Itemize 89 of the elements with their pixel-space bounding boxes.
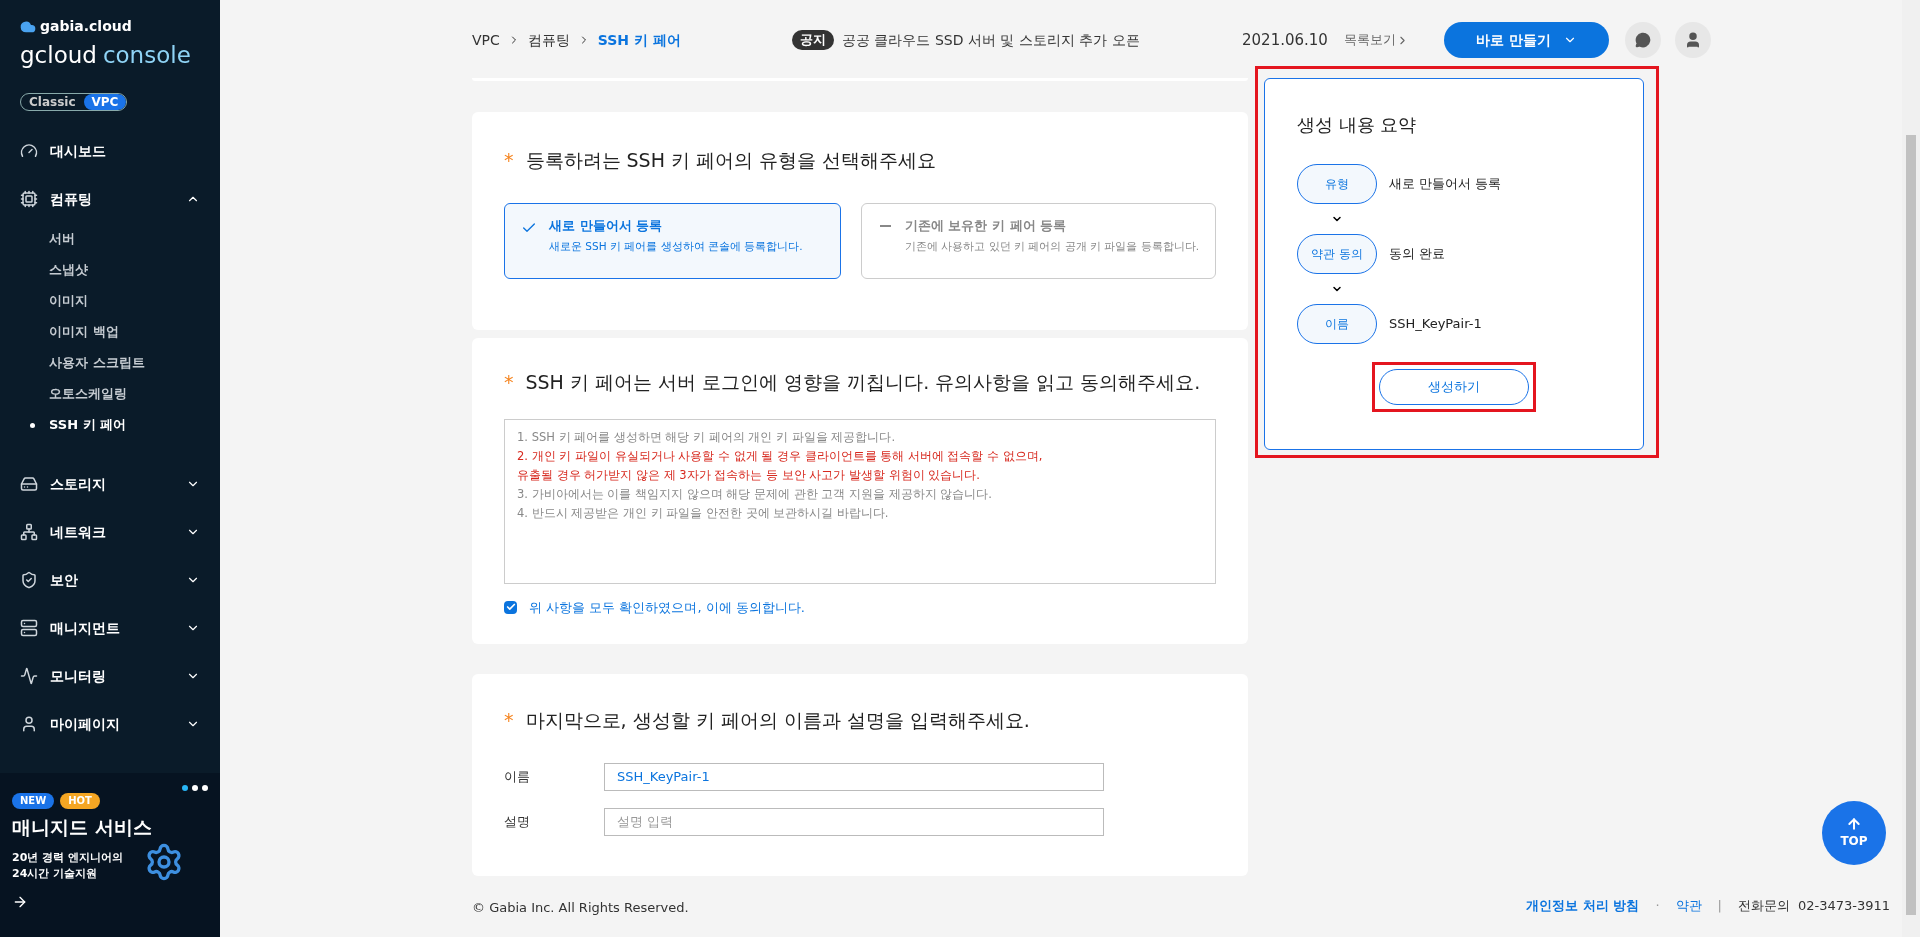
banner-tag: NEW [12, 793, 55, 809]
notice-line: 유출될 경우 허가받지 않은 제 3자가 접속하는 등 보안 사고가 발생할 위험이 있습니다. [517, 466, 981, 484]
brand-name: gabia.cloud [40, 17, 132, 36]
shield-icon [20, 571, 38, 589]
type-option-card[interactable]: 기존에 보유한 키 페어 등록 기존에 사용하고 있던 키 페어의 공개 키 파일을 등록합니다. [860, 202, 1216, 279]
copyright-text: © Gabia Inc. All Rights Reserved. [472, 899, 690, 917]
phone-label: 전화문의 [1737, 896, 1790, 915]
input-field[interactable]: 설명 입력 [604, 807, 1104, 836]
option-description: 새로운 SSH 키 페어를 생성하여 콘솔에 등록합니다. [549, 239, 803, 254]
input-field[interactable]: SSH_KeyPair-1 [604, 762, 1104, 791]
consent-label[interactable]: 위 사항을 모두 확인하였으며, 이에 동의합니다. [529, 597, 805, 617]
profile-button[interactable] [1674, 22, 1711, 58]
sidebar-subitem[interactable]: 이미지 [0, 285, 220, 316]
summary-title: 생성 내용 요약 [1297, 113, 1418, 137]
sidebar-item[interactable]: 보안 [0, 556, 220, 604]
banner-text: 20년 경력 엔지니어의 [12, 849, 123, 866]
gauge-icon [20, 142, 38, 160]
sidebar-subitem[interactable]: 사용자 스크립트 [0, 347, 220, 378]
footer-link[interactable]: 약관 [1675, 895, 1702, 915]
mode-toggle-option[interactable]: Classic [21, 94, 84, 110]
notice-textbox[interactable] [504, 418, 1216, 584]
consent-checkbox[interactable] [504, 600, 517, 614]
summary-step-label: 약관 동의 [1297, 234, 1377, 274]
product-name: gcloud [20, 41, 97, 69]
notice-badge: 공지 [792, 30, 834, 50]
separator-dot: · [1655, 896, 1660, 915]
network-icon [20, 523, 38, 541]
sidebar-subitem[interactable]: 스냅샷 [0, 254, 220, 285]
sidebar-item[interactable]: 네트워크 [0, 508, 220, 556]
summary-step-value: 동의 완료 [1389, 245, 1446, 264]
field-label: 이름 [504, 767, 531, 786]
chip-icon [20, 190, 38, 208]
breadcrumb-item[interactable]: VPC [472, 29, 500, 51]
banner-title: 매니지드 서비스 [12, 815, 153, 840]
summary-step-label: 유형 [1297, 164, 1377, 204]
required-mark: * [504, 148, 514, 173]
summary-step-value: 새로 만들어서 등록 [1389, 175, 1502, 194]
bullet-icon [30, 423, 35, 428]
sidebar-subitem[interactable]: 이미지 백업 [0, 316, 220, 347]
divider-text: | [1717, 896, 1722, 915]
option-title: 기존에 보유한 키 페어 등록 [904, 216, 1068, 235]
type-option-card[interactable]: 새로 만들어서 등록 새로운 SSH 키 페어를 생성하여 콘솔에 등록합니다. [504, 202, 841, 279]
notice-line: 2. 개인 키 파일이 유실되거나 사용할 수 없게 될 경우 클라이언트를 통해 서버에 접속할 수 없으며, [517, 447, 1044, 465]
required-mark: * [504, 370, 514, 395]
option-title: 새로 만들어서 등록 [549, 216, 664, 235]
phone-number: 02-3473-3911 [1797, 896, 1890, 915]
user-icon [20, 715, 38, 733]
sidebar-item[interactable]: 모니터링 [0, 652, 220, 700]
gears-icon [144, 841, 184, 882]
section-title: SSH 키 페어는 서버 로그인에 영향을 끼칩니다. 유의사항을 읽고 동의해주세요. [525, 370, 1201, 395]
sidebar-item[interactable]: 스토리지 [0, 460, 220, 508]
breadcrumb-item[interactable]: 컴퓨팅 [527, 29, 570, 51]
notice-date: 2021.06.10 [1242, 29, 1328, 51]
chat-button[interactable] [1624, 22, 1661, 58]
summary-step-value: SSH_KeyPair-1 [1389, 315, 1482, 334]
sidebar-subitem[interactable]: SSH 키 페어 [0, 409, 220, 440]
chat-icon [1634, 32, 1651, 48]
sidebar-item[interactable]: 매니지먼트 [0, 604, 220, 652]
product-suffix: console [102, 41, 191, 69]
breadcrumb-item[interactable]: SSH 키 페어 [597, 29, 681, 51]
option-description: 기존에 사용하고 있던 키 페어의 공개 키 파일을 등록합니다. [904, 239, 1199, 254]
banner-text: 24시간 기술지원 [12, 865, 99, 882]
notice-line: 1. SSH 키 페어를 생성하면 해당 키 페어의 개인 키 파일을 제공합니다. [517, 428, 897, 446]
section-title: 등록하려는 SSH 키 페어의 유형을 선택해주세요 [525, 148, 937, 173]
sidebar-subitem[interactable]: 오토스케일링 [0, 378, 220, 409]
drive-icon [20, 475, 38, 493]
section-title: 마지막으로, 생성할 키 페어의 이름과 설명을 입력해주세요. [525, 708, 1030, 733]
server-icon [20, 619, 38, 637]
dash-icon [879, 224, 891, 227]
notice-line: 4. 반드시 제공받은 개인 키 파일을 안전한 곳에 보관하시길 바랍니다. [517, 504, 890, 522]
notice-line: 3. 가비아에서는 이를 책임지지 않으며 해당 문제에 관한 고객 지원을 제공하지 않습니다. [517, 485, 993, 503]
summary-step-label: 이름 [1297, 304, 1377, 344]
notice-list-link[interactable]: 목록보기 [1343, 30, 1396, 50]
pulse-icon [20, 667, 38, 685]
scrollbar[interactable] [1902, 0, 1920, 937]
quick-create-button[interactable]: 바로 만들기 [1443, 22, 1609, 58]
sidebar-subitem[interactable]: 서버 [0, 223, 220, 254]
field-label: 설명 [504, 812, 531, 831]
footer-link[interactable]: 개인정보 처리 방침 [1526, 895, 1640, 915]
required-mark: * [504, 708, 514, 733]
banner-tag: HOT [60, 793, 100, 809]
check-icon [505, 602, 516, 613]
mode-toggle-option[interactable]: VPC [83, 94, 127, 110]
notice-text[interactable]: 공공 클라우드 SSD 서버 및 스토리지 추가 오픈 [842, 29, 1242, 51]
promo-banner[interactable]: NEW HOT 매니지드 서비스 20년 경력 엔지니어의 24시간 기술지원 [0, 773, 220, 937]
top-button[interactable]: TOP [1822, 801, 1886, 865]
sidebar-item[interactable]: 컴퓨팅 [0, 175, 220, 223]
sidebar-item[interactable]: 마이페이지 [0, 700, 220, 748]
sidebar-item[interactable]: 대시보드 [0, 127, 220, 175]
